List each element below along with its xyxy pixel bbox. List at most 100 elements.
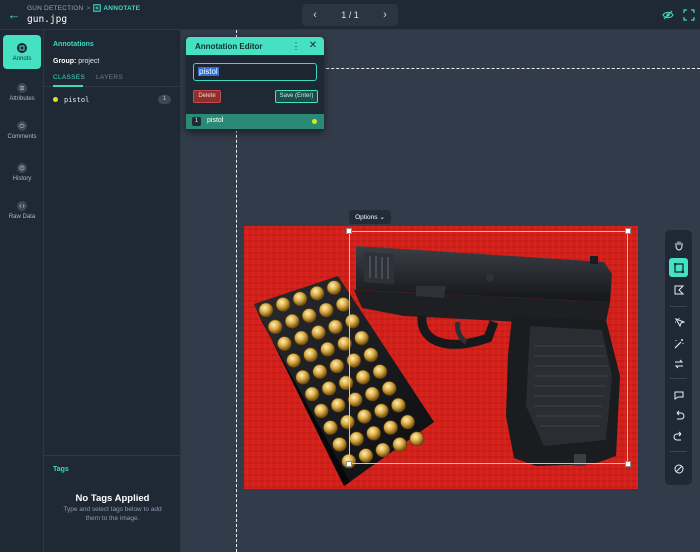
row-label: pistol: [207, 117, 224, 124]
cartridge: [321, 381, 337, 396]
hide-annotations-icon[interactable]: [662, 9, 674, 21]
resize-handle[interactable]: [346, 461, 352, 467]
annotate-icon: [93, 4, 102, 12]
tool-palette: [665, 230, 692, 485]
rail-item-history[interactable]: History: [3, 155, 41, 189]
fullscreen-icon[interactable]: [683, 9, 695, 21]
cartridge: [323, 420, 338, 435]
divider: [670, 378, 687, 379]
polygon-icon: [674, 285, 684, 294]
panel-title: Annotations: [53, 41, 94, 48]
cartridge: [320, 341, 335, 357]
tab-classes[interactable]: CLASSES: [53, 74, 85, 81]
delete-button[interactable]: Delete: [193, 90, 221, 103]
rail-item-label: Annots: [12, 55, 32, 62]
image-pager: ‹ 1 / 1 ›: [302, 4, 398, 26]
divider: [670, 306, 687, 307]
resize-handle[interactable]: [625, 461, 631, 467]
rail-item-annots[interactable]: Annots: [3, 35, 41, 69]
cartridge: [303, 347, 318, 363]
cartridge: [318, 302, 334, 318]
rail-item-label: Attributes: [9, 95, 35, 102]
redo-icon: [673, 431, 681, 440]
raw-data-icon: [17, 200, 27, 211]
class-item-pistol[interactable]: pistol 1: [53, 94, 171, 105]
smart-select-tool[interactable]: [669, 312, 688, 331]
tab-layers[interactable]: LAYERS: [96, 74, 123, 81]
undo-icon: [676, 410, 684, 419]
editor-title: Annotation Editor: [195, 42, 263, 51]
bounding-box-tool[interactable]: [669, 258, 688, 277]
no-entry-icon: [674, 464, 683, 473]
swap-tool[interactable]: [669, 354, 688, 373]
cartridge: [277, 336, 292, 351]
annotations-panel: Annotations Group: project CLASSES LAYER…: [44, 30, 181, 552]
bounding-box-icon: [673, 262, 684, 273]
group-label: Group:: [53, 58, 77, 65]
breadcrumb-project[interactable]: GUN DETECTION: [27, 5, 83, 12]
top-bar: ← GUN DETECTION > ANNOTATE gun.jpg ‹ 1 /…: [0, 0, 700, 30]
redo-button[interactable]: [669, 427, 688, 446]
rail-item-label: Comments: [7, 133, 37, 140]
magic-wand-icon: [674, 338, 683, 348]
page-indicator: 1 / 1: [341, 10, 359, 20]
cartridge: [309, 285, 325, 301]
comment-tool[interactable]: [669, 385, 688, 404]
cartridge: [312, 364, 328, 379]
cartridge: [313, 403, 329, 419]
cartridge: [326, 280, 342, 295]
cartridge: [286, 353, 301, 368]
divider: [670, 451, 687, 452]
cartridge: [275, 297, 291, 312]
hand-icon: [675, 241, 682, 251]
rail-item-attributes[interactable]: Attributes: [3, 75, 41, 109]
swap-icon: [674, 359, 683, 368]
cartridge: [332, 437, 347, 452]
cartridge: [294, 330, 309, 346]
file-name: gun.jpg: [27, 14, 68, 25]
undo-button[interactable]: [669, 406, 688, 425]
tags-hint: Type and select tags below to add them t…: [63, 506, 162, 522]
class-name-input[interactable]: pistol: [193, 63, 317, 81]
close-icon[interactable]: ✕: [307, 40, 319, 52]
cartridge: [267, 319, 283, 335]
cartridge: [330, 397, 346, 413]
suggestion-row-pistol[interactable]: 1 pistol: [186, 114, 324, 129]
breadcrumb-current: ANNOTATE: [93, 4, 140, 12]
cartridge: [284, 313, 300, 329]
clear-button[interactable]: [669, 459, 688, 478]
cartridge: [311, 325, 326, 340]
polygon-tool[interactable]: [669, 280, 688, 299]
annotations-icon: [17, 42, 27, 53]
cartridge: [258, 302, 274, 318]
cartridge: [292, 291, 308, 307]
breadcrumb-separator: >: [86, 4, 91, 12]
more-options-icon[interactable]: ⋮: [291, 40, 301, 52]
cartridge: [295, 369, 311, 385]
class-count-badge: 1: [158, 95, 171, 104]
cartridge: [304, 386, 320, 402]
group-info: Group: project: [53, 58, 99, 65]
breadcrumb: GUN DETECTION > ANNOTATE: [27, 4, 140, 12]
panel-tabs: CLASSES LAYERS: [44, 72, 181, 87]
options-button[interactable]: Options ⌄: [349, 210, 391, 224]
rail-item-comments[interactable]: Comments: [3, 113, 41, 147]
class-color-dot: [53, 97, 58, 102]
next-image-button[interactable]: ›: [378, 9, 392, 21]
bounding-box-pistol[interactable]: [346, 228, 631, 467]
class-name: pistol: [64, 95, 90, 104]
editor-header[interactable]: Annotation Editor ⋮ ✕: [186, 37, 324, 55]
hand-tool[interactable]: [669, 235, 688, 254]
row-index: 1: [192, 117, 201, 126]
resize-handle[interactable]: [346, 228, 352, 234]
previous-image-button[interactable]: ‹: [308, 9, 322, 21]
save-button[interactable]: Save (Enter): [275, 90, 318, 103]
active-tab-indicator: [53, 85, 83, 87]
resize-handle[interactable]: [625, 228, 631, 234]
rail-item-raw-data[interactable]: Raw Data: [3, 193, 41, 227]
left-rail: Annots Attributes Comments History Raw D…: [0, 30, 44, 552]
history-icon: [17, 162, 27, 173]
options-label: Options: [355, 213, 378, 221]
back-arrow-icon[interactable]: ←: [6, 7, 22, 23]
magic-wand-tool[interactable]: [669, 334, 688, 353]
